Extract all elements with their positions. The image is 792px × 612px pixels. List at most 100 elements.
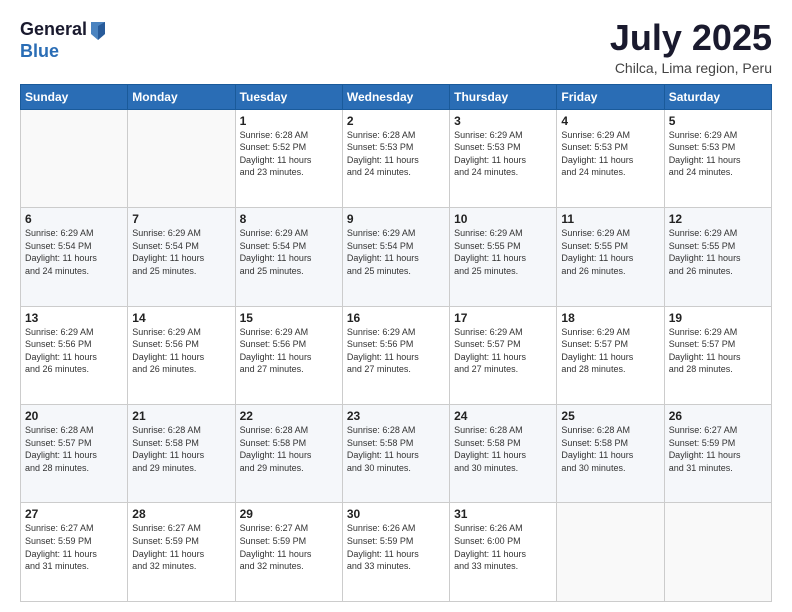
calendar-cell: 11Sunrise: 6:29 AM Sunset: 5:55 PM Dayli…	[557, 208, 664, 306]
day-info: Sunrise: 6:29 AM Sunset: 5:54 PM Dayligh…	[240, 227, 338, 277]
day-info: Sunrise: 6:29 AM Sunset: 5:53 PM Dayligh…	[454, 129, 552, 179]
week-row-1: 1Sunrise: 6:28 AM Sunset: 5:52 PM Daylig…	[21, 109, 772, 207]
day-number: 17	[454, 311, 552, 325]
day-info: Sunrise: 6:29 AM Sunset: 5:57 PM Dayligh…	[669, 326, 767, 376]
calendar-cell: 10Sunrise: 6:29 AM Sunset: 5:55 PM Dayli…	[450, 208, 557, 306]
location-subtitle: Chilca, Lima region, Peru	[610, 60, 772, 76]
day-number: 31	[454, 507, 552, 521]
day-info: Sunrise: 6:28 AM Sunset: 5:58 PM Dayligh…	[347, 424, 445, 474]
calendar-cell: 28Sunrise: 6:27 AM Sunset: 5:59 PM Dayli…	[128, 503, 235, 602]
day-info: Sunrise: 6:27 AM Sunset: 5:59 PM Dayligh…	[669, 424, 767, 474]
calendar-cell: 3Sunrise: 6:29 AM Sunset: 5:53 PM Daylig…	[450, 109, 557, 207]
logo-blue: Blue	[20, 42, 107, 62]
day-number: 30	[347, 507, 445, 521]
calendar-cell: 4Sunrise: 6:29 AM Sunset: 5:53 PM Daylig…	[557, 109, 664, 207]
day-info: Sunrise: 6:29 AM Sunset: 5:56 PM Dayligh…	[240, 326, 338, 376]
col-header-tuesday: Tuesday	[235, 84, 342, 109]
day-number: 6	[25, 212, 123, 226]
day-info: Sunrise: 6:29 AM Sunset: 5:54 PM Dayligh…	[347, 227, 445, 277]
day-number: 12	[669, 212, 767, 226]
day-info: Sunrise: 6:29 AM Sunset: 5:54 PM Dayligh…	[132, 227, 230, 277]
day-info: Sunrise: 6:29 AM Sunset: 5:56 PM Dayligh…	[132, 326, 230, 376]
week-row-4: 20Sunrise: 6:28 AM Sunset: 5:57 PM Dayli…	[21, 405, 772, 503]
col-header-monday: Monday	[128, 84, 235, 109]
calendar-cell: 30Sunrise: 6:26 AM Sunset: 5:59 PM Dayli…	[342, 503, 449, 602]
day-number: 24	[454, 409, 552, 423]
day-number: 22	[240, 409, 338, 423]
calendar-cell: 2Sunrise: 6:28 AM Sunset: 5:53 PM Daylig…	[342, 109, 449, 207]
logo-general: General	[20, 20, 87, 40]
week-row-2: 6Sunrise: 6:29 AM Sunset: 5:54 PM Daylig…	[21, 208, 772, 306]
day-info: Sunrise: 6:28 AM Sunset: 5:52 PM Dayligh…	[240, 129, 338, 179]
day-number: 16	[347, 311, 445, 325]
calendar-cell: 8Sunrise: 6:29 AM Sunset: 5:54 PM Daylig…	[235, 208, 342, 306]
logo: General Blue	[20, 18, 107, 62]
day-info: Sunrise: 6:28 AM Sunset: 5:57 PM Dayligh…	[25, 424, 123, 474]
day-number: 27	[25, 507, 123, 521]
day-number: 3	[454, 114, 552, 128]
day-info: Sunrise: 6:27 AM Sunset: 5:59 PM Dayligh…	[132, 522, 230, 572]
col-header-friday: Friday	[557, 84, 664, 109]
calendar-cell: 16Sunrise: 6:29 AM Sunset: 5:56 PM Dayli…	[342, 306, 449, 404]
day-number: 4	[561, 114, 659, 128]
day-number: 23	[347, 409, 445, 423]
calendar-cell: 22Sunrise: 6:28 AM Sunset: 5:58 PM Dayli…	[235, 405, 342, 503]
day-info: Sunrise: 6:29 AM Sunset: 5:55 PM Dayligh…	[454, 227, 552, 277]
calendar-cell: 5Sunrise: 6:29 AM Sunset: 5:53 PM Daylig…	[664, 109, 771, 207]
day-number: 7	[132, 212, 230, 226]
col-header-sunday: Sunday	[21, 84, 128, 109]
day-info: Sunrise: 6:28 AM Sunset: 5:58 PM Dayligh…	[240, 424, 338, 474]
day-number: 26	[669, 409, 767, 423]
calendar-cell: 12Sunrise: 6:29 AM Sunset: 5:55 PM Dayli…	[664, 208, 771, 306]
day-number: 19	[669, 311, 767, 325]
calendar-cell: 9Sunrise: 6:29 AM Sunset: 5:54 PM Daylig…	[342, 208, 449, 306]
calendar-cell: 31Sunrise: 6:26 AM Sunset: 6:00 PM Dayli…	[450, 503, 557, 602]
day-number: 29	[240, 507, 338, 521]
day-info: Sunrise: 6:28 AM Sunset: 5:58 PM Dayligh…	[561, 424, 659, 474]
day-info: Sunrise: 6:28 AM Sunset: 5:58 PM Dayligh…	[132, 424, 230, 474]
calendar-cell	[21, 109, 128, 207]
calendar-cell: 21Sunrise: 6:28 AM Sunset: 5:58 PM Dayli…	[128, 405, 235, 503]
calendar-cell: 6Sunrise: 6:29 AM Sunset: 5:54 PM Daylig…	[21, 208, 128, 306]
day-info: Sunrise: 6:28 AM Sunset: 5:58 PM Dayligh…	[454, 424, 552, 474]
day-number: 8	[240, 212, 338, 226]
calendar-cell: 17Sunrise: 6:29 AM Sunset: 5:57 PM Dayli…	[450, 306, 557, 404]
day-number: 10	[454, 212, 552, 226]
day-number: 11	[561, 212, 659, 226]
day-number: 20	[25, 409, 123, 423]
day-info: Sunrise: 6:29 AM Sunset: 5:56 PM Dayligh…	[347, 326, 445, 376]
day-number: 28	[132, 507, 230, 521]
calendar-cell: 19Sunrise: 6:29 AM Sunset: 5:57 PM Dayli…	[664, 306, 771, 404]
calendar-cell: 24Sunrise: 6:28 AM Sunset: 5:58 PM Dayli…	[450, 405, 557, 503]
day-number: 25	[561, 409, 659, 423]
calendar-cell: 29Sunrise: 6:27 AM Sunset: 5:59 PM Dayli…	[235, 503, 342, 602]
logo-icon	[89, 20, 107, 42]
month-title: July 2025	[610, 18, 772, 58]
day-info: Sunrise: 6:27 AM Sunset: 5:59 PM Dayligh…	[240, 522, 338, 572]
calendar-cell: 27Sunrise: 6:27 AM Sunset: 5:59 PM Dayli…	[21, 503, 128, 602]
day-number: 21	[132, 409, 230, 423]
calendar-cell: 7Sunrise: 6:29 AM Sunset: 5:54 PM Daylig…	[128, 208, 235, 306]
calendar-cell: 14Sunrise: 6:29 AM Sunset: 5:56 PM Dayli…	[128, 306, 235, 404]
logo-text: General Blue	[20, 18, 107, 62]
day-number: 2	[347, 114, 445, 128]
day-number: 9	[347, 212, 445, 226]
calendar-cell: 1Sunrise: 6:28 AM Sunset: 5:52 PM Daylig…	[235, 109, 342, 207]
calendar-cell: 13Sunrise: 6:29 AM Sunset: 5:56 PM Dayli…	[21, 306, 128, 404]
day-info: Sunrise: 6:29 AM Sunset: 5:57 PM Dayligh…	[454, 326, 552, 376]
calendar-header-row: SundayMondayTuesdayWednesdayThursdayFrid…	[21, 84, 772, 109]
day-info: Sunrise: 6:29 AM Sunset: 5:57 PM Dayligh…	[561, 326, 659, 376]
title-block: July 2025 Chilca, Lima region, Peru	[610, 18, 772, 76]
calendar-cell	[664, 503, 771, 602]
day-number: 14	[132, 311, 230, 325]
day-info: Sunrise: 6:29 AM Sunset: 5:54 PM Dayligh…	[25, 227, 123, 277]
calendar-cell: 20Sunrise: 6:28 AM Sunset: 5:57 PM Dayli…	[21, 405, 128, 503]
calendar-cell: 26Sunrise: 6:27 AM Sunset: 5:59 PM Dayli…	[664, 405, 771, 503]
day-info: Sunrise: 6:29 AM Sunset: 5:55 PM Dayligh…	[561, 227, 659, 277]
calendar-cell: 18Sunrise: 6:29 AM Sunset: 5:57 PM Dayli…	[557, 306, 664, 404]
day-info: Sunrise: 6:29 AM Sunset: 5:53 PM Dayligh…	[561, 129, 659, 179]
col-header-saturday: Saturday	[664, 84, 771, 109]
day-info: Sunrise: 6:29 AM Sunset: 5:55 PM Dayligh…	[669, 227, 767, 277]
day-number: 5	[669, 114, 767, 128]
page: General Blue July 2025 Chilca, Lima regi…	[0, 0, 792, 612]
